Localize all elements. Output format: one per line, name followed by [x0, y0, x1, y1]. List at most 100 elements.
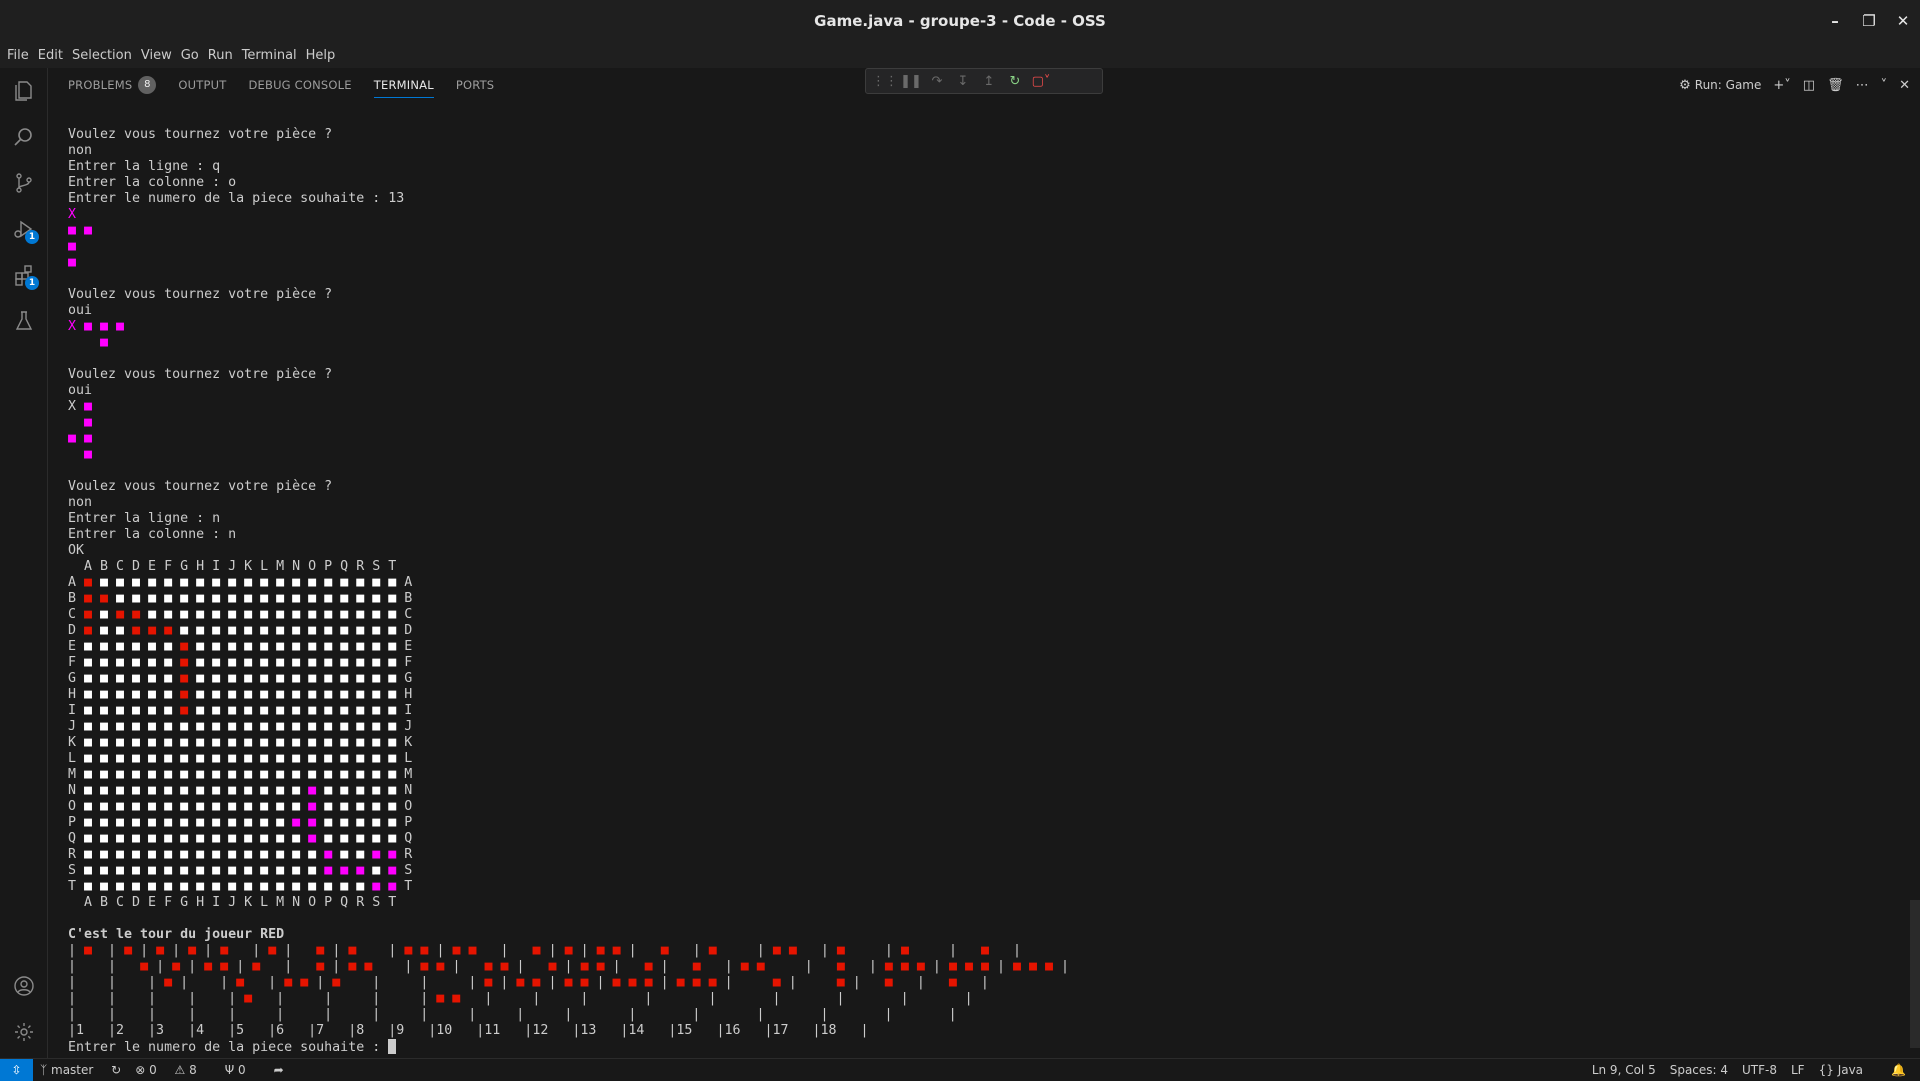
menu-run[interactable]: Run — [203, 48, 237, 63]
terminal-text: ■ ■ ■ ■ ■ ■ ■ ■ ■ ■ ■ ■ ■ ■ ■ — [84, 847, 325, 862]
terminal-text: ■ — [68, 255, 77, 270]
close-window-icon[interactable]: ✕ — [1886, 12, 1920, 30]
remote-indicator-icon[interactable]: ⇳ — [0, 1059, 33, 1081]
terminal-scrollbar[interactable] — [1910, 900, 1920, 1048]
ports-item[interactable]: Ψ 0 — [225, 1063, 260, 1077]
terminal-line: OK — [68, 543, 1888, 559]
tab-ports[interactable]: PORTS — [456, 68, 494, 102]
terminal-line: A B C D E F G H I J K L M N O P Q R S T — [68, 559, 1888, 575]
split-terminal-icon[interactable]: ◫ — [1803, 78, 1815, 93]
end-of-line[interactable]: LF — [1791, 1063, 1805, 1077]
explorer-icon[interactable] — [0, 68, 47, 114]
terminal-text: ■ ■ ■ ■ ■ — [316, 815, 397, 830]
account-icon[interactable] — [0, 963, 47, 1009]
terminal-line: ■ — [68, 415, 1888, 431]
terminal-text: P — [68, 815, 85, 830]
terminal-text: | — [492, 975, 517, 990]
extensions-icon[interactable]: 1 — [0, 252, 47, 298]
terminal-text: ■ ■ — [292, 815, 317, 830]
terminal-cursor — [388, 1039, 397, 1054]
step-out-icon[interactable]: ↥ — [976, 74, 1002, 89]
cursor-position[interactable]: Ln 9, Col 5 — [1592, 1063, 1656, 1077]
run-config[interactable]: ⚙ Run: Game — [1679, 78, 1761, 93]
terminal-line: X — [68, 207, 1888, 223]
terminal-text: ■ — [548, 959, 557, 974]
terminal-text: ■ ■ ■ ■ ■ ■ ■ ■ ■ ■ ■ ■ ■ ■ ■ ■ ■ ■ — [84, 879, 373, 894]
terminal-output[interactable]: Voulez vous tournez votre pièce ? non Entr… — [68, 127, 1888, 1057]
step-over-icon[interactable]: ↷ — [924, 74, 950, 89]
terminal-line: O ■ ■ ■ ■ ■ ■ ■ ■ ■ ■ ■ ■ ■ ■ ■ ■ ■ ■ ■ … — [68, 799, 1888, 815]
terminal-line: F ■ ■ ■ ■ ■ ■ ■ ■ ■ ■ ■ ■ ■ ■ ■ ■ ■ ■ ■ … — [68, 655, 1888, 671]
terminal-text: ■ ■ — [116, 607, 141, 622]
terminal-line: L ■ ■ ■ ■ ■ ■ ■ ■ ■ ■ ■ ■ ■ ■ ■ ■ ■ ■ ■ … — [68, 751, 1888, 767]
terminal-text: oui — [68, 303, 93, 318]
close-panel-icon[interactable]: ✕ — [1899, 78, 1910, 93]
terminal-text: ■ ■ — [404, 943, 429, 958]
terminal-text: A — [68, 575, 85, 590]
manage-gear-icon[interactable] — [0, 1009, 47, 1055]
pause-icon[interactable]: ❚❚ — [898, 74, 924, 89]
terminal-text: O — [396, 799, 413, 814]
menu-help[interactable]: Help — [301, 48, 340, 63]
terminal-text: ■ — [172, 959, 181, 974]
terminal-text: ■ ■ ■ ■ ■ ■ ■ ■ ■ ■ ■ ■ ■ ■ — [172, 623, 397, 638]
terminal-text: oui — [68, 383, 93, 398]
terminal-text: | | | — [68, 975, 165, 990]
indentation[interactable]: Spaces: 4 — [1670, 1063, 1728, 1077]
terminal-text: T — [396, 879, 413, 894]
terminal-text: ■ — [692, 959, 701, 974]
terminal-text: ■ ■ — [92, 623, 133, 638]
drag-handle-icon[interactable]: ⋮⋮ — [872, 74, 898, 89]
tab-problems[interactable]: PROBLEMS 8 — [68, 68, 157, 102]
terminal-text: S — [68, 863, 85, 878]
menu-go[interactable]: Go — [176, 48, 203, 63]
branch-item[interactable]: ᛉ master ↻ — [40, 1063, 121, 1077]
step-into-icon[interactable]: ↧ — [950, 74, 976, 89]
minimize-icon[interactable]: – — [1818, 12, 1852, 30]
source-control-icon[interactable] — [0, 160, 47, 206]
terminal-line: A B C D E F G H I J K L M N O P Q R S T — [68, 895, 1888, 911]
terminal-text: ■ ■ — [740, 959, 765, 974]
problems-item[interactable]: ⊗ 0 ⚠ 8 — [135, 1063, 211, 1077]
menu-file[interactable]: File — [2, 48, 33, 63]
terminal-text: non — [68, 495, 93, 510]
terminal-text: | — [540, 943, 565, 958]
maximize-panel-icon[interactable]: ˅ — [1881, 78, 1888, 93]
restart-icon[interactable]: ↻ — [1002, 74, 1028, 89]
terminal-text: Q — [68, 831, 85, 846]
terminal-text: B — [68, 591, 85, 606]
menu-edit[interactable]: Edit — [33, 48, 67, 63]
tab-problems-label: PROBLEMS — [68, 78, 133, 92]
stop-icon[interactable]: ▢˅ — [1028, 74, 1054, 89]
terminal-line: C ■ ■ ■ ■ ■ ■ ■ ■ ■ ■ ■ ■ ■ ■ ■ ■ ■ ■ ■ … — [68, 607, 1888, 623]
terminal-text: | — [588, 975, 613, 990]
notifications-bell-icon[interactable]: 🔔 — [1891, 1063, 1906, 1077]
tab-terminal[interactable]: TERMINAL — [373, 68, 434, 102]
testing-icon[interactable] — [0, 298, 47, 344]
menu-selection[interactable]: Selection — [67, 48, 136, 63]
terminal-text: Entrer le numero de la piece souhaite : … — [68, 191, 405, 206]
terminal-text: ■ ■ ■ — [324, 863, 365, 878]
terminal-line: Voulez vous tournez votre pièce ? — [68, 367, 1888, 383]
search-icon[interactable] — [0, 114, 47, 160]
tab-output[interactable]: OUTPUT — [178, 68, 226, 102]
restore-icon[interactable]: ❐ — [1852, 12, 1886, 30]
new-terminal-icon[interactable]: +˅ — [1773, 78, 1790, 93]
menu-terminal[interactable]: Terminal — [237, 48, 301, 63]
terminal-line: E ■ ■ ■ ■ ■ ■ ■ ■ ■ ■ ■ ■ ■ ■ ■ ■ ■ ■ ■ … — [68, 639, 1888, 655]
run-debug-icon[interactable]: 1 — [0, 206, 47, 252]
live-share-icon[interactable]: ➦ — [274, 1063, 284, 1077]
terminal-text: R — [396, 847, 413, 862]
terminal-text: ■ — [68, 239, 77, 254]
more-actions-icon[interactable]: ⋯ — [1856, 78, 1869, 93]
tab-debug-console[interactable]: DEBUG CONSOLE — [248, 68, 351, 102]
menu-view[interactable]: View — [136, 48, 176, 63]
terminal-text: Voulez vous tournez votre pièce ? — [68, 367, 333, 382]
encoding[interactable]: UTF-8 — [1742, 1063, 1777, 1077]
terminal-text: ■ ■ ■ ■ ■ ■ ■ ■ ■ ■ ■ ■ ■ ■ ■ ■ ■ ■ ■ ■ — [84, 735, 397, 750]
trash-icon[interactable]: 🗑 — [1827, 78, 1844, 93]
language-mode[interactable]: {} Java — [1819, 1063, 1877, 1077]
terminal-prompt-line[interactable]: Entrer le numero de la piece souhaite : — [68, 1039, 1888, 1055]
terminal-text: ■ — [124, 943, 133, 958]
